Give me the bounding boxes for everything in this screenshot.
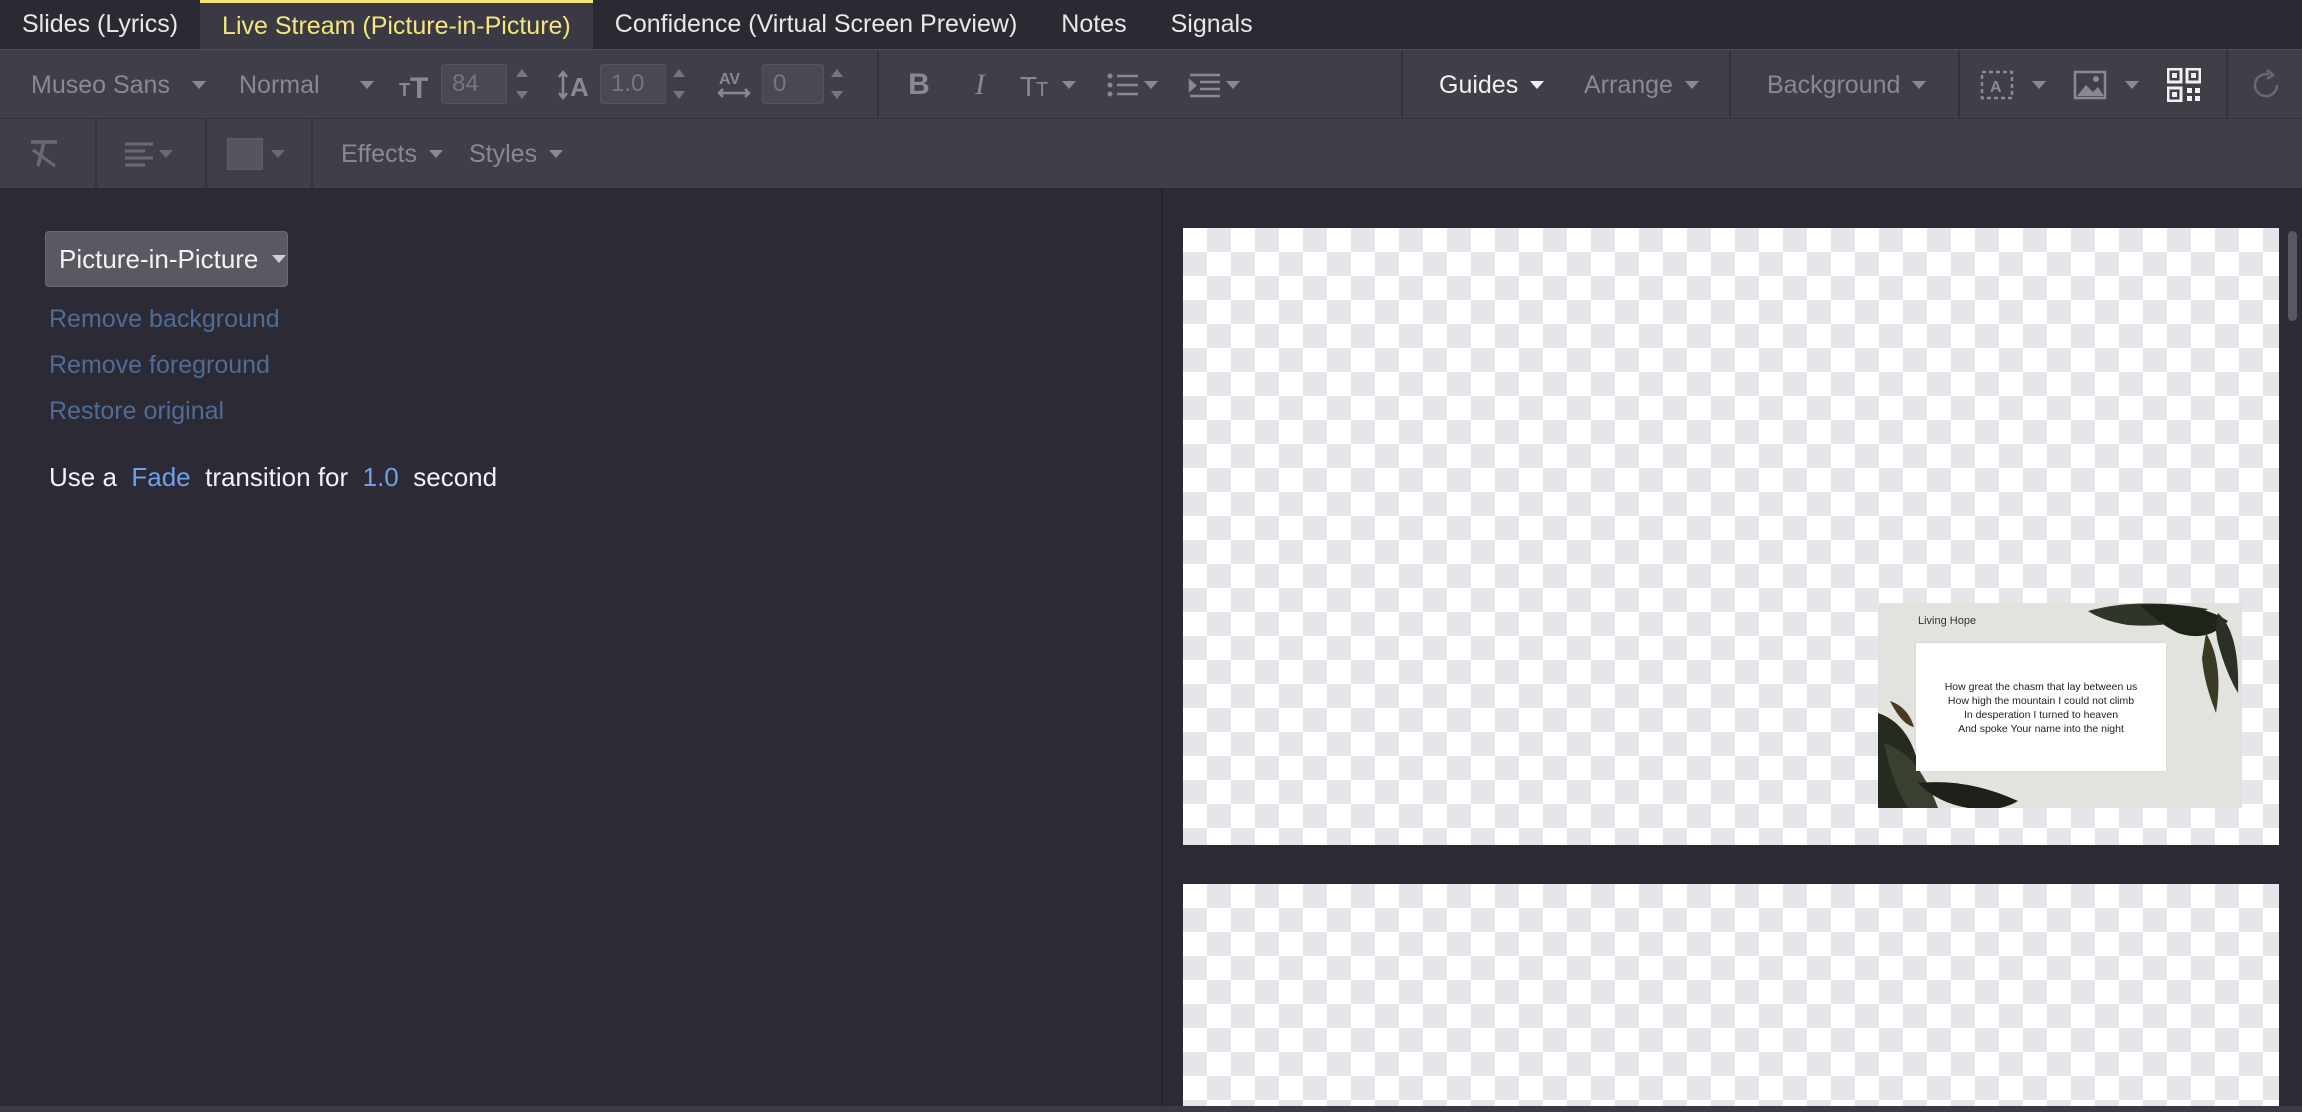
svg-text:T: T [399, 80, 410, 100]
background-menu[interactable]: Background [1767, 50, 1927, 120]
restore-original-link[interactable]: Restore original [49, 397, 224, 426]
pip-slide-title: Living Hope [1918, 615, 1977, 627]
text-case-icon[interactable]: TT [1020, 50, 1076, 120]
chevron-down-icon [272, 255, 287, 263]
svg-text:T: T [410, 72, 428, 100]
font-size-icon: TT [398, 50, 438, 120]
lyric-line: How high the mountain I could not climb [1947, 695, 2135, 707]
svg-text:AV: AV [719, 71, 740, 88]
letter-spacing-stepper[interactable] [830, 66, 846, 102]
transition-effect-link[interactable]: Fade [131, 462, 190, 492]
image-icon[interactable] [2070, 50, 2142, 120]
clear-format-icon[interactable] [22, 119, 68, 189]
styles-menu[interactable]: Styles [469, 119, 564, 189]
qr-code-icon[interactable] [2166, 50, 2202, 120]
tab-notes[interactable]: Notes [1039, 0, 1148, 49]
letter-spacing-input[interactable]: 0 [762, 64, 824, 104]
layout-dropdown[interactable]: Picture-in-Picture [45, 231, 288, 287]
pip-slide-thumbnail: Living Hope How great the chasm that lay… [1878, 603, 2242, 808]
bottom-border [0, 1106, 2302, 1112]
arrange-menu[interactable]: Arrange [1584, 50, 1699, 120]
align-icon[interactable] [118, 119, 178, 189]
svg-text:A: A [1990, 79, 2002, 96]
chevron-down-icon[interactable] [360, 81, 374, 89]
color-swatch-icon[interactable] [226, 119, 286, 189]
font-size-input[interactable]: 84 [441, 64, 507, 104]
bold-icon[interactable]: B [904, 50, 934, 120]
slide-preview[interactable] [1183, 884, 2279, 1106]
svg-text:T: T [1036, 79, 1048, 100]
tab-signals[interactable]: Signals [1149, 0, 1275, 49]
lyric-line: And spoke Your name into the night [1958, 723, 2124, 735]
list-icon[interactable] [1104, 50, 1160, 120]
letter-spacing-icon: AV [716, 50, 752, 120]
line-height-icon: A [558, 50, 594, 120]
italic-icon[interactable]: I [965, 50, 995, 120]
tab-live-stream[interactable]: Live Stream (Picture-in-Picture) [200, 0, 593, 49]
indent-icon[interactable] [1185, 50, 1243, 120]
line-height-input[interactable]: 1.0 [600, 64, 666, 104]
lyric-line: In desperation I turned to heaven [1963, 709, 2119, 721]
chevron-down-icon[interactable] [192, 81, 206, 89]
formatting-toolbar: Museo Sans Normal TT 84 A 1.0 AV 0 B I T… [0, 49, 2302, 120]
tab-confidence[interactable]: Confidence (Virtual Screen Preview) [593, 0, 1040, 49]
transition-duration-link[interactable]: 1.0 [363, 462, 399, 492]
font-weight-value: Normal [239, 70, 320, 99]
font-family-select[interactable]: Museo Sans [31, 50, 170, 120]
font-size-stepper[interactable] [515, 66, 531, 102]
guides-menu[interactable]: Guides [1439, 50, 1545, 120]
transition-setting: Use a Fade transition for 1.0 second [49, 462, 498, 492]
font-weight-select[interactable]: Normal [239, 50, 320, 120]
refresh-icon[interactable] [2246, 50, 2286, 120]
effects-menu[interactable]: Effects [341, 119, 443, 189]
preview-scrollbar[interactable] [2284, 189, 2302, 1112]
font-family-value: Museo Sans [31, 70, 170, 99]
remove-foreground-link[interactable]: Remove foreground [49, 351, 270, 380]
svg-text:A: A [570, 72, 589, 101]
secondary-toolbar: Effects Styles [0, 119, 2302, 189]
text-box-icon[interactable]: A [1980, 50, 2046, 120]
tab-bar: Slides (Lyrics) Live Stream (Picture-in-… [0, 0, 2302, 49]
svg-text:T: T [1020, 71, 1037, 100]
line-height-stepper[interactable] [672, 66, 688, 102]
scrollbar-thumb[interactable] [2288, 231, 2297, 321]
remove-background-link[interactable]: Remove background [49, 305, 280, 334]
tab-slides-lyrics[interactable]: Slides (Lyrics) [0, 0, 200, 49]
lyric-line: How great the chasm that lay between us [1944, 681, 2138, 693]
